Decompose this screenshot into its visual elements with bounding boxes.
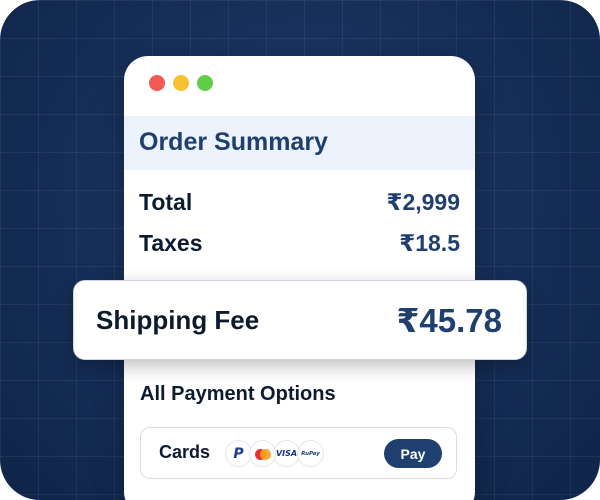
taxes-row: Taxes ₹18.5 [139, 230, 460, 257]
minimize-dot-icon[interactable] [173, 75, 189, 91]
visa-icon: VISA [273, 440, 300, 467]
order-summary-window: Order Summary Total ₹2,999 Taxes ₹18.5 A… [124, 56, 475, 500]
rupay-icon: RuPay [297, 440, 324, 467]
taxes-value: ₹18.5 [399, 230, 460, 256]
maximize-dot-icon[interactable] [197, 75, 213, 91]
shipping-fee-label: Shipping Fee [96, 305, 260, 335]
total-label: Total [139, 189, 193, 215]
card-logos: P VISA RuPay [225, 440, 324, 467]
shipping-fee-value: ₹45.78 [396, 302, 502, 339]
cards-payment-option[interactable]: Cards P VISA RuPay Pay [140, 427, 457, 479]
window-controls [149, 75, 213, 91]
close-dot-icon[interactable] [149, 75, 165, 91]
paypal-icon: P [225, 440, 252, 467]
mastercard-icon [249, 440, 276, 467]
page-title: Order Summary [139, 128, 328, 156]
payment-options-heading: All Payment Options [140, 383, 336, 405]
pay-button[interactable]: Pay [384, 439, 442, 468]
taxes-label: Taxes [139, 230, 203, 256]
background-panel: Order Summary Total ₹2,999 Taxes ₹18.5 A… [0, 0, 600, 500]
cards-label: Cards [159, 442, 211, 462]
shipping-fee-card: Shipping Fee ₹45.78 [73, 280, 527, 360]
total-value: ₹2,999 [386, 189, 460, 215]
total-row: Total ₹2,999 [139, 189, 460, 216]
title-band: Order Summary [124, 116, 475, 170]
